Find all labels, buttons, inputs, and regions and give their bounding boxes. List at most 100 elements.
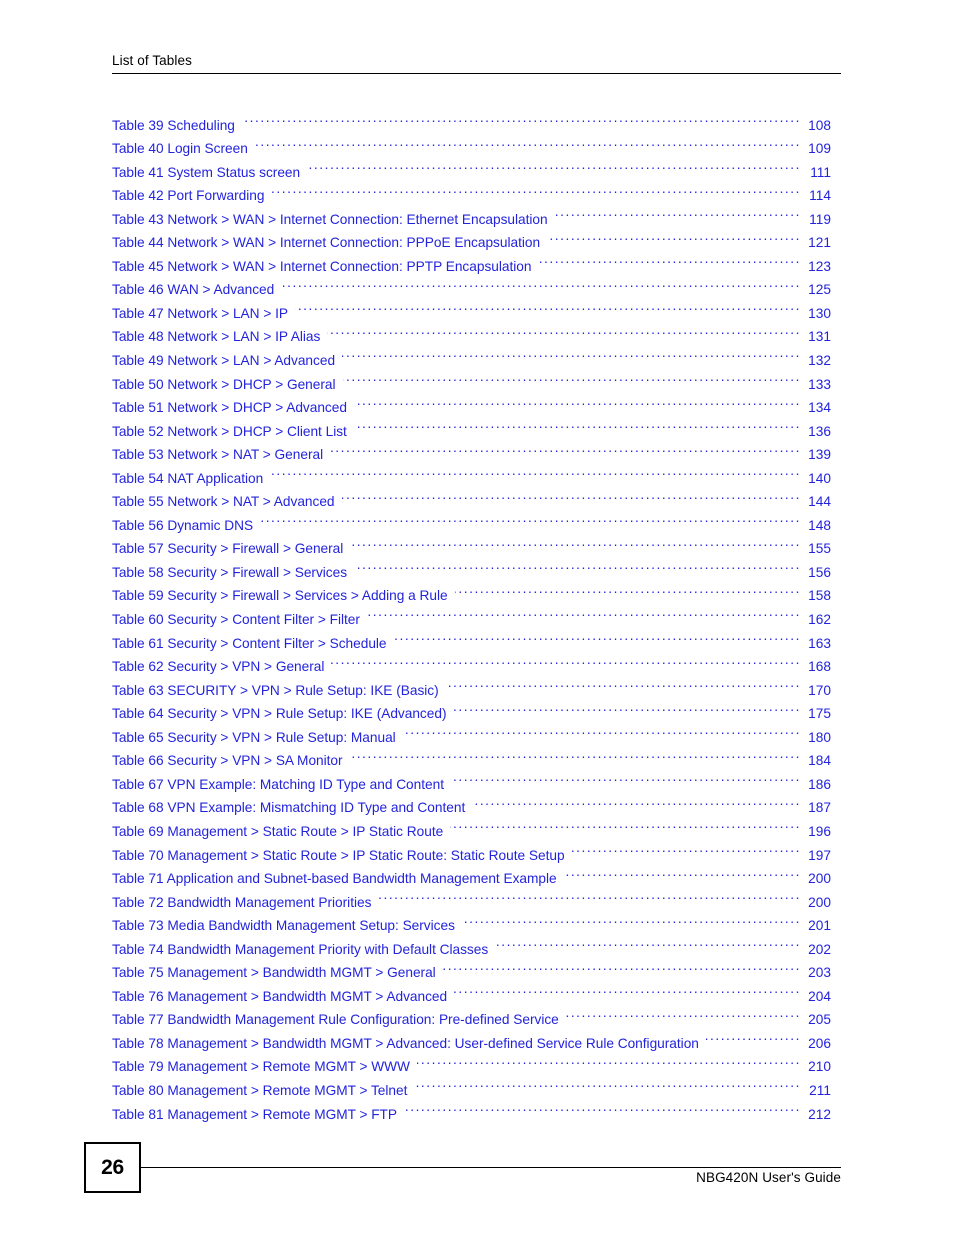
toc-dot-leader [446,671,801,695]
toc-entry-label: Table 43 Network > WAN > Internet Connec… [112,211,548,227]
toc-dot-leader [472,789,801,813]
page-footer: 26 NBG420N User's Guide [0,1142,954,1202]
toc-entry-label: Table 54 NAT Application [112,470,264,486]
toc-dot-leader [572,836,801,860]
toc-entry-page-number: 205 [808,1012,831,1028]
toc-entry-page-number: 125 [808,282,831,298]
toc-entry-page-number: 148 [808,517,831,533]
toc-entry-page-number: 184 [808,753,831,769]
toc-entry-label: Table 76 Management > Bandwidth MGMT > A… [112,988,448,1004]
toc-dot-leader [367,600,801,624]
toc-entry-page-number: 108 [808,117,831,133]
toc-dot-leader [417,1048,801,1072]
toc-entry-page-number: 132 [808,353,831,369]
toc-entry-page-number: 111 [810,164,831,180]
page-number: 26 [101,1155,124,1179]
toc-dot-leader [281,271,801,295]
toc-entry-label: Table 68 VPN Example: Mismatching ID Typ… [112,800,466,816]
page-header-title: List of Tables [112,53,192,68]
toc-entry-page-number: 140 [808,470,831,486]
toc-entry-page-number: 212 [808,1106,831,1122]
toc-entry-page-number: 139 [808,447,831,463]
toc-dot-leader [547,224,801,248]
toc-entry-label: Table 80 Management > Remote MGMT > Teln… [112,1082,408,1098]
toc-entry-page-number: 121 [808,235,831,251]
toc-entry-page-number: 119 [809,211,831,227]
toc-entry-page-number: 109 [808,141,831,157]
toc-dot-leader [350,742,801,766]
toc-entry-page-number: 114 [809,188,831,204]
toc-dot-leader [342,341,801,365]
toc-entry-page-number: 180 [808,729,831,745]
toc-entry-label: Table 73 Media Bandwidth Management Setu… [112,918,455,934]
toc-entry-label: Table 81 Management > Remote MGMT > FTP [112,1106,398,1122]
toc-entry-page-number: 144 [808,494,831,510]
toc-entry-label: Table 70 Management > Static Route > IP … [112,847,565,863]
toc-entry-page-number: 155 [808,541,831,557]
toc-entry-page-number: 211 [809,1082,831,1098]
toc-entry-label: Table 56 Dynamic DNS [112,517,254,533]
toc-dot-leader [331,648,801,672]
toc-dot-leader [350,530,801,554]
toc-entry-label: Table 79 Management > Remote MGMT > WWW [112,1059,410,1075]
toc-entry-label: Table 77 Bandwidth Management Rule Confi… [112,1012,559,1028]
toc-entry-label: Table 67 VPN Example: Matching ID Type a… [112,776,444,792]
toc-entry-label: Table 62 Security > VPN > General [112,659,325,675]
toc-entry-label: Table 49 Network > LAN > Advanced [112,353,336,369]
toc-entry-label: Table 51 Network > DHCP > Advanced [112,400,347,416]
toc-entry[interactable]: Table 39 Scheduling 108 [112,106,831,133]
toc-dot-leader [443,954,801,978]
toc-entry-label: Table 69 Management > Static Route > IP … [112,823,444,839]
toc-entry-page-number: 162 [808,612,831,628]
toc-entry-page-number: 156 [808,564,831,580]
toc-dot-leader [255,130,801,154]
toc-entry-label: Table 63 SECURITY > VPN > Rule Setup: IK… [112,682,439,698]
toc-entry-label: Table 52 Network > DHCP > Client List [112,423,347,439]
toc-dot-leader [330,436,801,460]
toc-entry-label: Table 74 Bandwidth Management Priority w… [112,941,489,957]
toc-entry-page-number: 206 [808,1035,831,1051]
toc-dot-leader [414,1071,801,1095]
toc-dot-leader [260,506,801,530]
toc-dot-leader [538,247,801,271]
toc-dot-leader [453,695,801,719]
toc-entry-page-number: 175 [808,706,831,722]
footer-document-title: NBG420N User's Guide [696,1170,841,1185]
toc-dot-leader [354,412,801,436]
toc-dot-leader [566,1001,801,1025]
toc-entry-page-number: 196 [808,823,831,839]
toc-entry-page-number: 200 [808,871,831,887]
toc-dot-leader [327,318,801,342]
toc-dot-leader [495,930,801,954]
toc-dot-leader [378,883,801,907]
toc-entry-label: Table 57 Security > Firewall > General [112,541,344,557]
footer-divider [141,1167,841,1168]
toc-entry-page-number: 131 [808,329,831,345]
toc-entry-page-number: 168 [808,659,831,675]
toc-entry-page-number: 130 [808,305,831,321]
toc-entry-label: Table 48 Network > LAN > IP Alias [112,329,321,345]
toc-dot-leader [404,1095,801,1119]
toc-entry-page-number: 134 [808,400,831,416]
toc-entry-label: Table 44 Network > WAN > Internet Connec… [112,235,541,251]
toc-dot-leader [271,177,801,201]
toc-dot-leader [270,459,801,483]
toc-entry-label: Table 50 Network > DHCP > General [112,376,336,392]
toc-entry-label: Table 46 WAN > Advanced [112,282,275,298]
toc-entry-page-number: 133 [808,376,831,392]
toc-dot-leader [307,153,801,177]
toc-dot-leader [454,977,801,1001]
toc-entry-page-number: 197 [808,847,831,863]
toc-dot-leader [450,812,801,836]
toc-dot-leader [354,553,801,577]
toc-entry-label: Table 47 Network > LAN > IP [112,305,288,321]
toc-dot-leader [354,389,801,413]
toc-dot-leader [242,106,801,130]
page-number-box: 26 [84,1142,141,1193]
toc-dot-leader [451,765,801,789]
toc-dot-leader [394,624,801,648]
toc-entry-page-number: 201 [808,918,831,934]
toc-entry-page-number: 200 [808,894,831,910]
page-header: List of Tables [112,52,841,74]
toc-entry-label: Table 64 Security > VPN > Rule Setup: IK… [112,706,447,722]
